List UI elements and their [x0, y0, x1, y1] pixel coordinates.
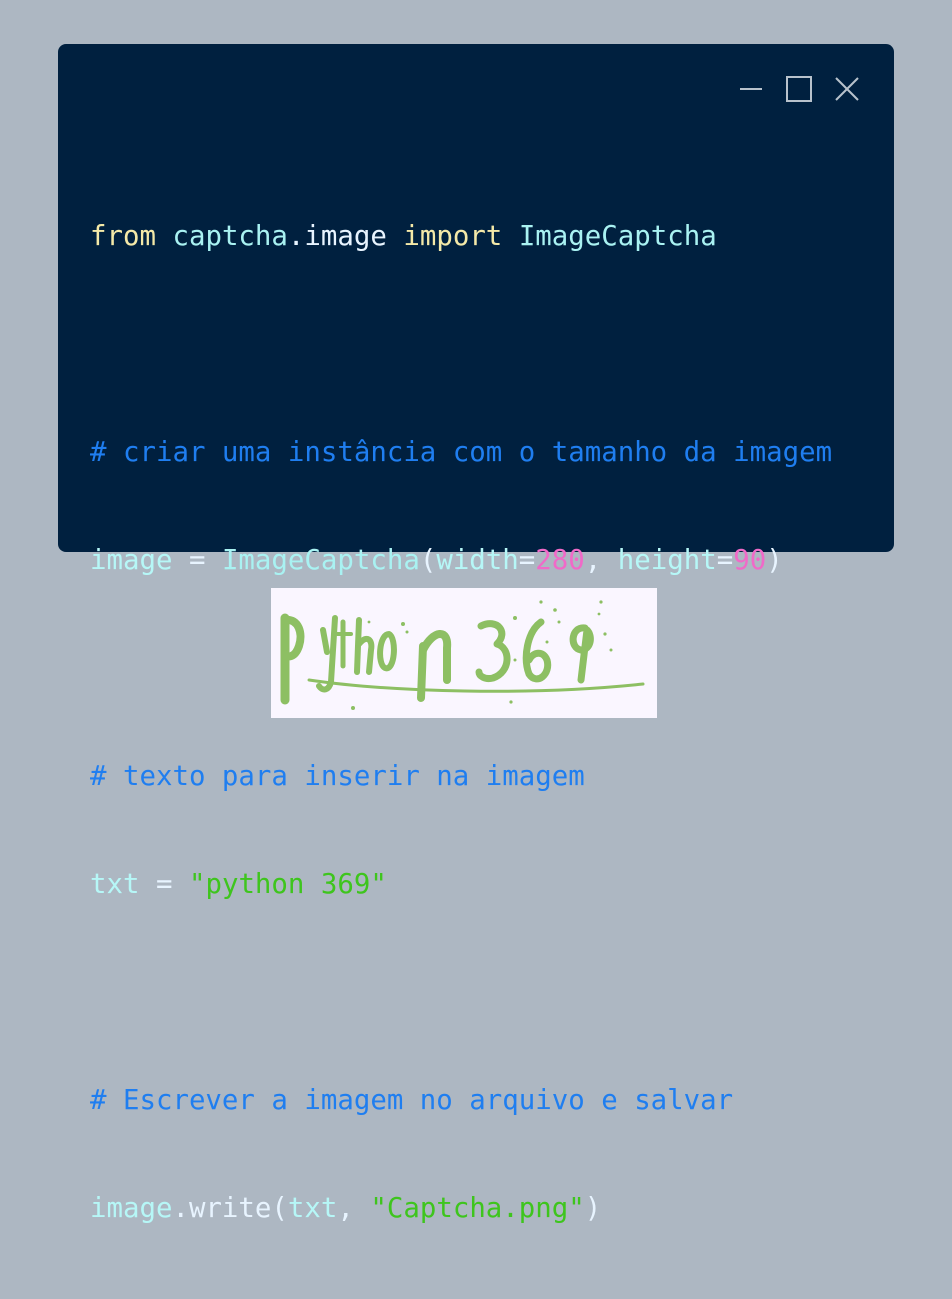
string: "Captcha.png": [370, 1193, 585, 1224]
keyword: from: [90, 221, 156, 252]
paren-close: ): [584, 1193, 602, 1224]
variable: image: [90, 545, 173, 576]
code-line: image = ImageCaptcha(width=280, height=9…: [90, 543, 832, 579]
variable: txt: [90, 869, 140, 900]
operator: =: [139, 869, 189, 900]
code-line: # criar uma instância com o tamanho da i…: [90, 435, 832, 471]
paren-open: (: [271, 1193, 288, 1224]
number: 90: [733, 545, 767, 576]
paren-open: (: [419, 545, 437, 576]
code-line: # texto para inserir na imagem: [90, 759, 832, 795]
code-line: # Escrever a imagem no arquivo e salvar: [90, 1083, 832, 1119]
class-name: ImageCaptcha: [221, 545, 420, 576]
comment: # criar uma instância com o tamanho da i…: [90, 437, 833, 468]
comment: # texto para inserir na imagem: [90, 761, 585, 792]
argument-name: height: [617, 545, 717, 576]
separator: ,: [337, 1193, 371, 1224]
method-name: write: [188, 1193, 272, 1224]
minimize-icon: [740, 88, 762, 90]
operator: =: [716, 545, 734, 576]
variable: image: [90, 1193, 173, 1224]
comment: # Escrever a imagem no arquivo e salvar: [90, 1085, 734, 1116]
code-block: from captcha.image import ImageCaptcha #…: [90, 147, 832, 1299]
argument: txt: [287, 1193, 338, 1224]
captcha-image: python 369: [271, 588, 657, 718]
maximize-icon: [786, 76, 812, 102]
argument-name: width: [436, 545, 519, 576]
window-controls: [734, 74, 864, 104]
string: "python 369": [188, 869, 387, 900]
module-name: captcha: [172, 221, 288, 252]
operator: =: [518, 545, 536, 576]
separator: ,: [584, 545, 618, 576]
number: 280: [535, 545, 585, 576]
code-line: from captcha.image import ImageCaptcha: [90, 219, 832, 255]
minimize-button[interactable]: [734, 74, 768, 104]
captcha-drawing: [280, 600, 645, 710]
operator: =: [172, 545, 222, 576]
maximize-button[interactable]: [782, 74, 816, 104]
code-line: txt = "python 369": [90, 867, 832, 903]
code-window: from captcha.image import ImageCaptcha #…: [58, 44, 894, 1224]
submodule-name: image: [304, 221, 387, 252]
close-icon: [835, 77, 859, 101]
paren-close: ): [766, 545, 783, 576]
code-line: image.write(txt, "Captcha.png"): [90, 1191, 832, 1227]
close-button[interactable]: [830, 74, 864, 104]
dot: .: [287, 221, 305, 252]
dot: .: [172, 1193, 189, 1224]
keyword: import: [403, 221, 503, 252]
class-name: ImageCaptcha: [518, 221, 717, 252]
